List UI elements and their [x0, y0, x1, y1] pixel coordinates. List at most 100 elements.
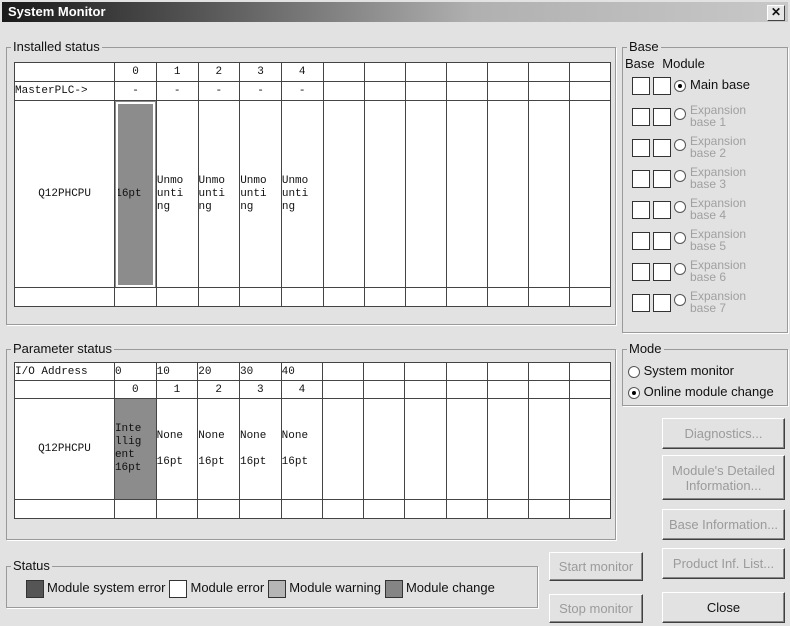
param-slot-cell[interactable]: Inte llig ent 16pt [113, 398, 157, 500]
base-row-label-line: base 1 [690, 115, 727, 129]
base-col-base: Base [625, 56, 655, 71]
param-slot-cell[interactable]: None 16pt [155, 398, 199, 500]
empty-cell [486, 362, 529, 381]
installed-slot-cell[interactable]: 16pt [114, 100, 157, 288]
base-information-button[interactable]: Base Information... [662, 509, 785, 540]
empty-cell [568, 81, 612, 101]
empty-cell [322, 499, 365, 519]
slot-header: 4 [280, 62, 324, 82]
empty-cell [363, 499, 406, 519]
param-slot-cell[interactable]: None 16pt [238, 398, 282, 500]
master-plc-label: MasterPLC-> [13, 81, 116, 101]
slot-text: Unmo [156, 174, 184, 187]
status-legend-label: Module error [190, 580, 265, 596]
empty-cell [445, 287, 488, 307]
base-row[interactable]: Expansion base 2 [632, 135, 782, 165]
empty-cell [527, 380, 570, 399]
empty-cell [527, 362, 570, 381]
radio-icon[interactable] [674, 170, 686, 182]
mode-option-1[interactable]: Online module change [628, 384, 774, 399]
status-legend-item: Module error [169, 580, 265, 598]
empty-cell [363, 380, 406, 399]
empty-cell [527, 398, 570, 500]
slot-text: None [198, 429, 225, 442]
empty-cell [486, 287, 529, 307]
base-row[interactable]: Expansion base 1 [632, 104, 782, 134]
module-detailed-information-button[interactable]: Module's Detailed Information... [662, 455, 785, 500]
module-square [653, 170, 671, 188]
corner-cell [14, 380, 115, 399]
module-square [653, 108, 671, 126]
base-row-label: Expansion base 5 [690, 228, 746, 252]
empty-cell [238, 499, 282, 519]
base-label: Base [627, 39, 661, 55]
installed-slot-cell[interactable]: Unmo unti ng [280, 100, 324, 288]
empty-cell [568, 62, 612, 82]
radio-icon[interactable] [674, 201, 686, 213]
module-square [653, 294, 671, 312]
radio-icon[interactable] [674, 294, 686, 306]
empty-cell [322, 398, 365, 500]
empty-cell [486, 499, 529, 519]
installed-slot-cell[interactable]: Unmo unti ng [197, 100, 241, 288]
empty-cell [363, 62, 406, 82]
close-button[interactable]: Close [662, 592, 785, 623]
empty-cell [445, 362, 488, 381]
mode-system-monitor-label: System monitor [643, 363, 734, 378]
parameter-status-table: I/O Address 0 10 20 30 40 0 1 2 3 4 Q12PHCPU Inte lli… [14, 362, 612, 519]
module-square [653, 263, 671, 281]
slot-text: Inte [114, 423, 142, 435]
stop-monitor-button[interactable]: Stop monitor [549, 594, 643, 623]
status-swatch [268, 580, 287, 598]
radio-icon[interactable] [674, 108, 686, 120]
empty-cell [280, 287, 324, 307]
radio-selected-icon[interactable] [674, 80, 686, 92]
radio-icon[interactable] [674, 232, 686, 244]
empty-cell [404, 499, 447, 519]
mode-option-0[interactable]: System monitor [628, 363, 734, 378]
diagnostics-button[interactable]: Diagnostics... [662, 418, 785, 449]
base-row-label-line: base 4 [690, 208, 727, 222]
close-window-button[interactable]: ✕ [767, 5, 785, 21]
empty-cell [568, 100, 612, 288]
empty-cell [322, 362, 365, 381]
radio-selected-icon[interactable] [628, 386, 640, 399]
master-value: - [239, 81, 282, 101]
slot-text: ent [114, 449, 135, 461]
empty-cell [445, 62, 488, 82]
param-slot-cell[interactable]: None 16pt [280, 398, 324, 500]
empty-cell [363, 81, 406, 101]
radio-icon[interactable] [674, 139, 686, 151]
base-row[interactable]: Expansion base 3 [632, 166, 782, 196]
slot-text: ng [198, 200, 212, 213]
base-row[interactable]: Expansion base 6 [632, 259, 782, 289]
slot-text: None [156, 429, 184, 442]
base-row[interactable]: Expansion base 5 [632, 228, 782, 258]
param-slot-cell[interactable]: None 16pt [197, 398, 240, 500]
installed-slot-cell[interactable]: Unmo unti ng [239, 100, 282, 288]
param-header-row: 01234 [14, 380, 612, 399]
product-inf-list-button[interactable]: Product Inf. List... [662, 548, 785, 579]
base-row[interactable]: Expansion base 7 [632, 290, 782, 320]
slot-text: ng [156, 200, 171, 213]
slot-header: 3 [238, 380, 282, 399]
empty-cell [363, 287, 406, 307]
start-monitor-button[interactable]: Start monitor [549, 552, 643, 581]
empty-cell [404, 380, 447, 399]
status-legend-label: Module warning [289, 580, 381, 596]
base-row-label-line: base 5 [690, 239, 727, 253]
status-label: Status [11, 558, 52, 574]
installed-slot-cell[interactable]: Unmo unti ng [155, 100, 199, 288]
radio-icon[interactable] [674, 263, 686, 275]
module-square [653, 232, 671, 250]
empty-cell [486, 380, 529, 399]
cpu-label: Q12PHCPU [14, 398, 115, 500]
status-legend: Module system error Module error Module wa… [26, 580, 499, 598]
status-legend-label: Module system error [47, 580, 166, 596]
base-row[interactable]: Expansion base 4 [632, 197, 782, 227]
base-row[interactable]: Main base [632, 73, 782, 103]
window-title: System Monitor [8, 4, 106, 19]
io-address-row: I/O Address 0 10 20 30 40 [14, 362, 612, 381]
radio-icon[interactable] [628, 365, 640, 378]
empty-cell [404, 81, 447, 101]
